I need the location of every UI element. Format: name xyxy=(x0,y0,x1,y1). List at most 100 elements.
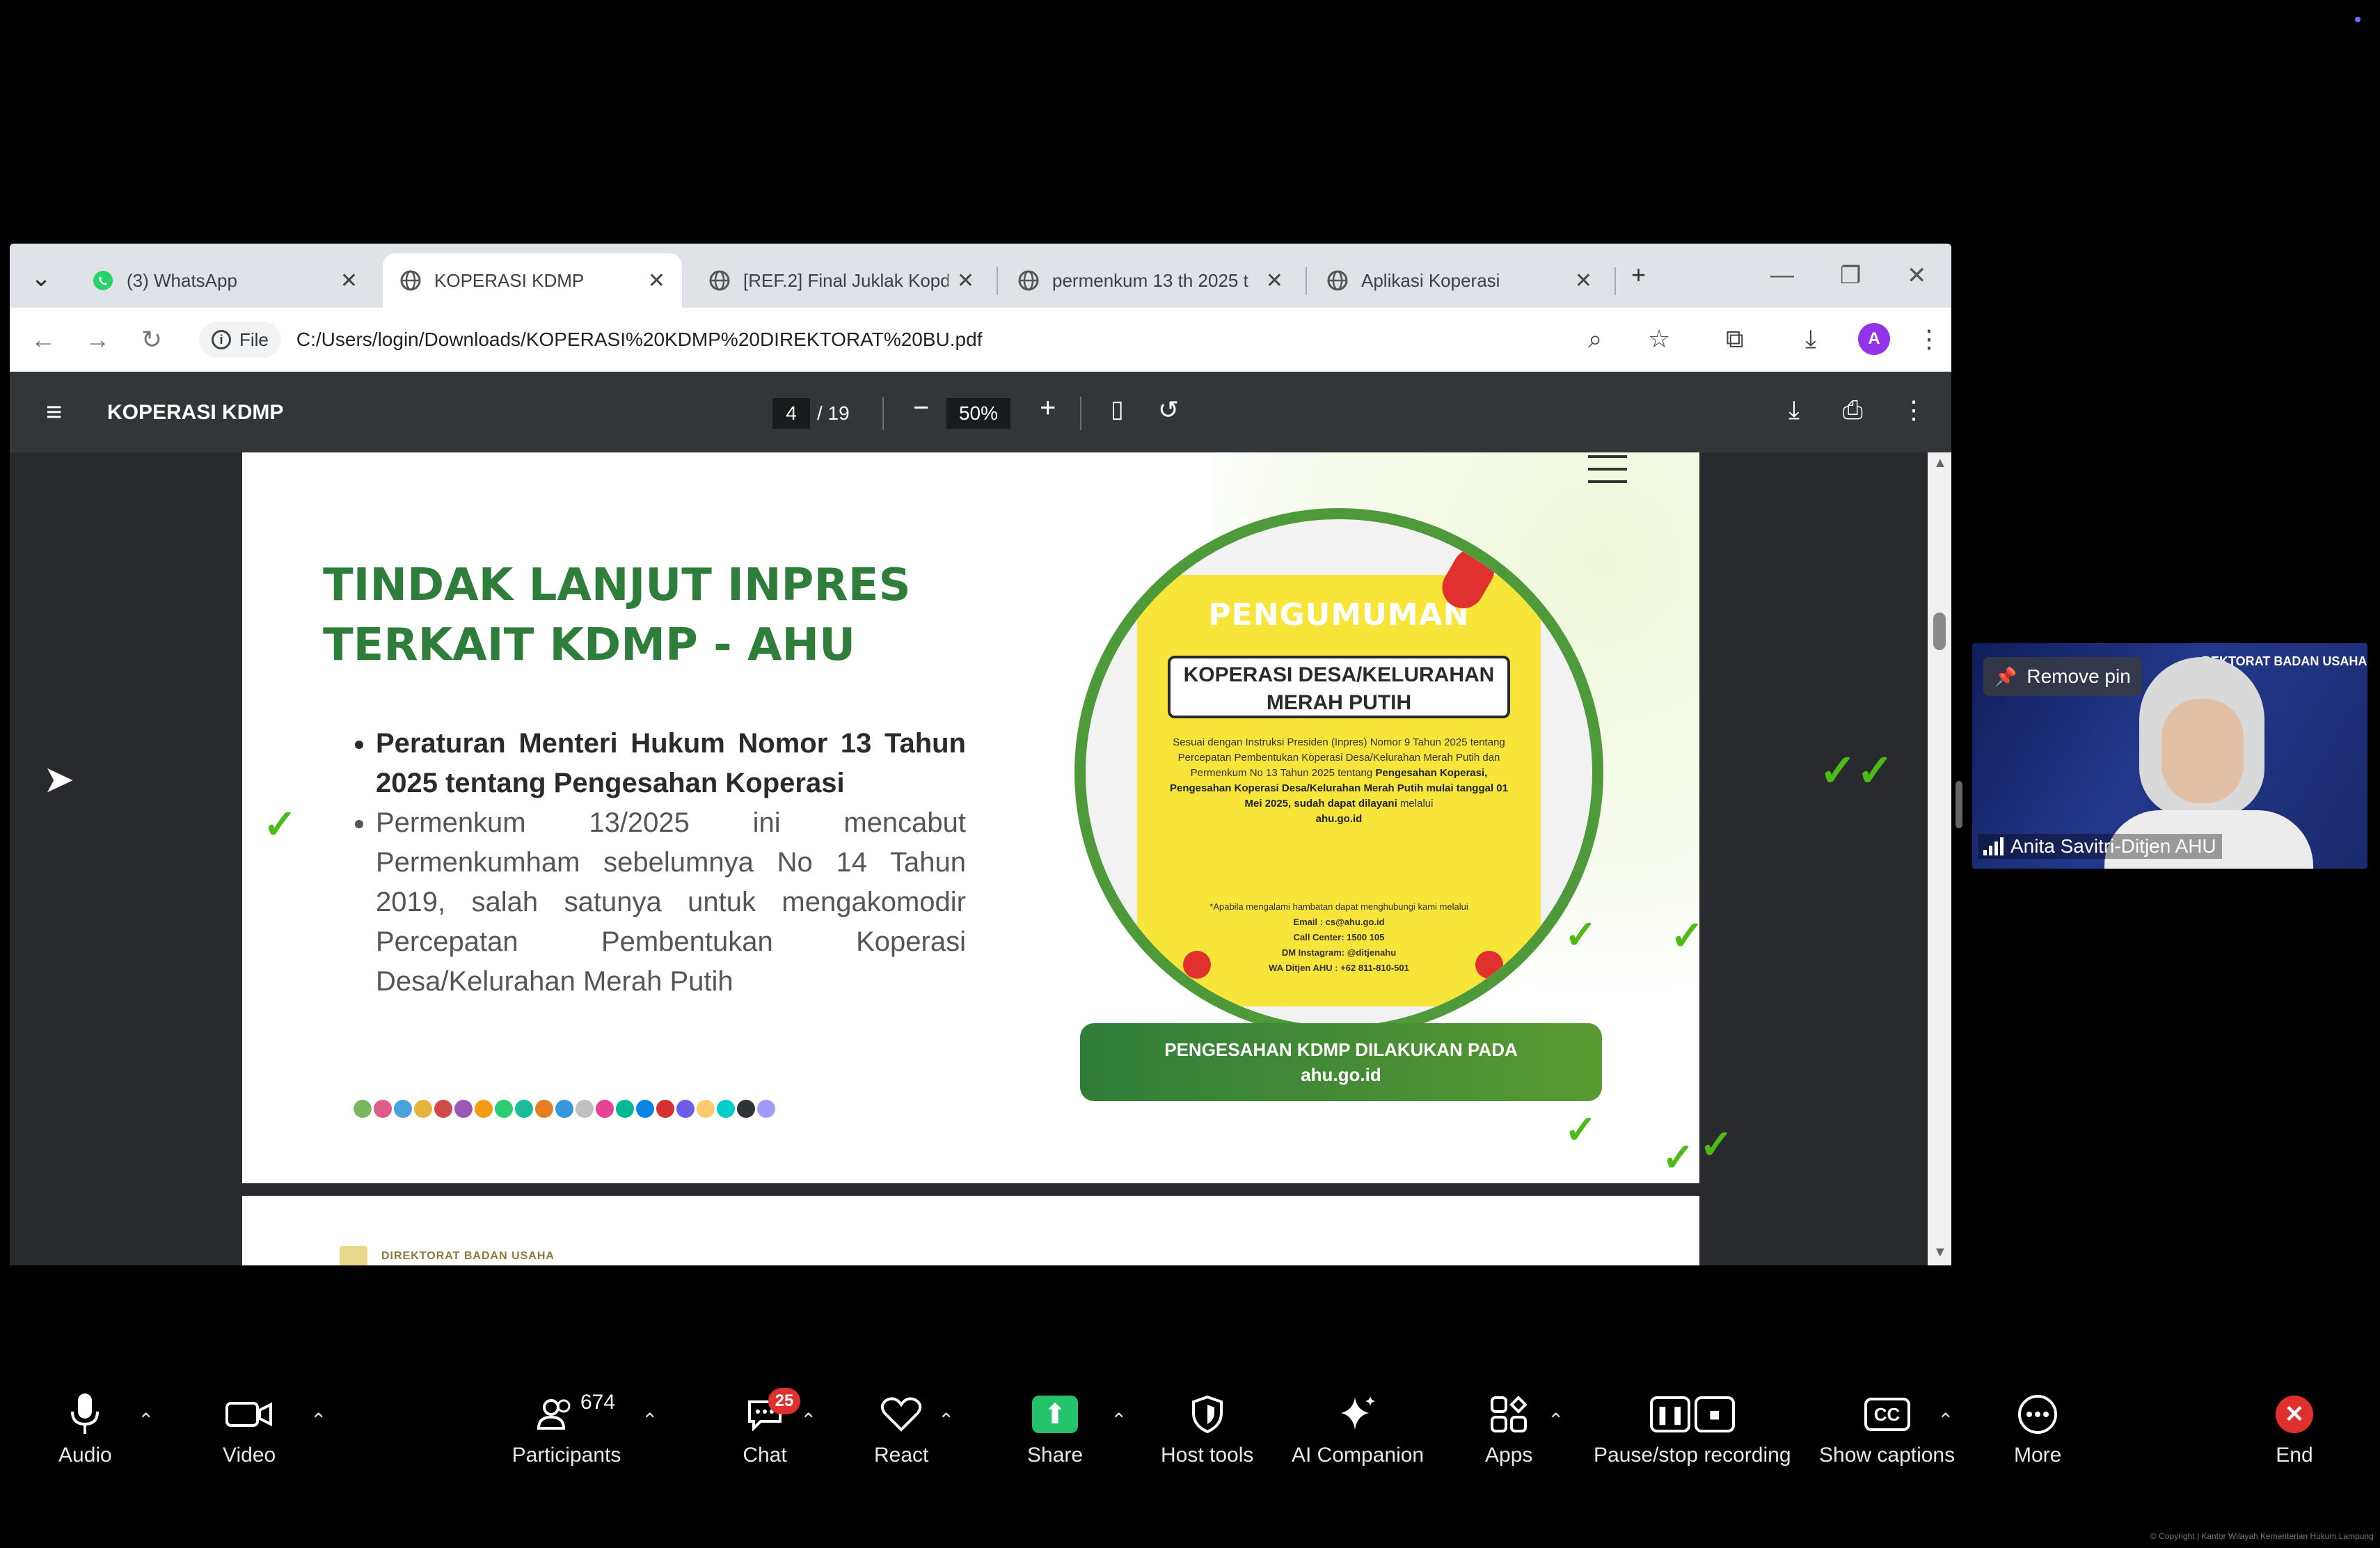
participants-options-caret[interactable]: ⌃ xyxy=(642,1409,658,1432)
fit-page-icon[interactable]: ▯ xyxy=(1111,395,1124,423)
video-options-caret[interactable]: ⌃ xyxy=(310,1409,326,1432)
close-window-icon[interactable]: ✕ xyxy=(1907,262,1927,290)
ai-companion-button[interactable]: AI Companion xyxy=(1292,1387,1424,1467)
poster-body: Sesuai dengan Instruksi Presiden (Inpres… xyxy=(1165,735,1513,827)
zoom-search-icon[interactable]: ⌕ xyxy=(1588,324,1602,354)
checkmark-icon: ✓ xyxy=(1564,1107,1597,1151)
close-tab-icon[interactable]: ✕ xyxy=(957,269,974,293)
tab-search-button[interactable]: ⌄ xyxy=(31,263,51,292)
extensions-icon[interactable]: ⧉ xyxy=(1726,324,1744,354)
share-arrow-icon: ⬆ xyxy=(1032,1396,1079,1433)
chat-label: Chat xyxy=(743,1444,787,1467)
poster-wa: WA Ditjen AHU : +62 811-810-501 xyxy=(1269,963,1409,973)
react-button[interactable]: React xyxy=(874,1387,928,1467)
tab-whatsapp[interactable]: (3) WhatsApp ✕ xyxy=(75,253,374,308)
rotate-icon[interactable]: ↺ xyxy=(1158,395,1179,425)
tab-koperasi-kdmp[interactable]: KOPERASI KDMP ✕ xyxy=(383,253,682,308)
close-tab-icon[interactable]: ✕ xyxy=(648,269,665,293)
megaphone-icon xyxy=(1183,951,1211,979)
poster-instagram: DM Instagram: @ditjenahu xyxy=(1281,947,1397,958)
captions-label: Show captions xyxy=(1819,1444,1955,1467)
audio-options-caret[interactable]: ⌃ xyxy=(138,1409,154,1432)
chat-button[interactable]: 25 Chat xyxy=(727,1387,803,1467)
site-info-chip[interactable]: i File xyxy=(199,322,281,358)
profile-avatar[interactable]: A xyxy=(1858,323,1890,355)
share-button[interactable]: ⬆ Share xyxy=(1027,1387,1083,1467)
pdf-viewport[interactable]: TINDAK LANJUT INPRES TERKAIT KDMP - AHU … xyxy=(10,452,1951,1265)
page-number-input[interactable]: 4 xyxy=(772,398,810,429)
tab-title: Aplikasi Koperasi xyxy=(1361,269,1500,291)
share-options-caret[interactable]: ⌃ xyxy=(1111,1409,1127,1432)
pdf-download-icon[interactable]: ⤓ xyxy=(1788,395,1800,425)
end-button[interactable]: ✕ End xyxy=(2276,1387,2313,1467)
video-button[interactable]: Video xyxy=(223,1387,276,1467)
new-tab-button[interactable]: + xyxy=(1631,260,1646,290)
react-options-caret[interactable]: ⌃ xyxy=(938,1409,954,1432)
checkmark-icon: ✓ xyxy=(1699,1122,1734,1167)
slide-title-line2: TERKAIT KDMP - AHU xyxy=(323,619,856,671)
tab-final-juklak[interactable]: [REF.2] Final Juklak Kopd ✕ xyxy=(692,253,991,308)
pause-icon: ❚❚ xyxy=(1649,1396,1690,1432)
slide-bullets: Peraturan Menteri Hukum Nomor 13 Tahun 2… xyxy=(347,724,966,1002)
participant-video-tile[interactable]: REKTORAT BADAN USAHA 📌 Remove pin Anita … xyxy=(1972,643,2367,869)
pdf-menu-icon[interactable]: ≡ xyxy=(46,397,62,428)
captions-options-caret[interactable]: ⌃ xyxy=(1937,1409,1953,1432)
forward-icon[interactable]: → xyxy=(78,320,117,359)
tab-aplikasi-koperasi[interactable]: Aplikasi Koperasi ✕ xyxy=(1310,253,1609,308)
scroll-up-icon[interactable]: ▲ xyxy=(1933,455,1947,471)
apps-button[interactable]: Apps xyxy=(1485,1387,1532,1467)
checkmark-icon: ✓ xyxy=(1564,913,1597,956)
pdf-more-icon[interactable]: ⋮ xyxy=(1901,395,1926,425)
globe-icon xyxy=(1326,269,1349,292)
microphone-icon xyxy=(70,1387,100,1442)
host-tools-label: Host tools xyxy=(1161,1444,1254,1467)
poster-callcenter: Call Center: 1500 105 xyxy=(1293,932,1385,942)
shield-icon xyxy=(1191,1387,1224,1442)
close-tab-icon[interactable]: ✕ xyxy=(1575,269,1592,293)
audio-label: Audio xyxy=(58,1444,112,1467)
browser-menu-icon[interactable]: ⋮ xyxy=(1917,324,1942,354)
host-tools-button[interactable]: Host tools xyxy=(1161,1387,1253,1467)
tab-title: permenkum 13 th 2025 t xyxy=(1052,269,1248,291)
announcement-poster: PENGUMUMAN KOPERASI DESA/KELURAHAN MERAH… xyxy=(1137,575,1541,1006)
print-icon[interactable]: ⎙ xyxy=(1843,395,1863,425)
participant-face xyxy=(2161,699,2244,803)
close-tab-icon[interactable]: ✕ xyxy=(340,269,358,293)
bookmark-star-icon[interactable]: ☆ xyxy=(1648,324,1670,354)
react-label: React xyxy=(874,1444,929,1467)
partner-logos xyxy=(354,1100,775,1118)
participants-button[interactable]: 674 Participants xyxy=(504,1387,629,1467)
restore-icon[interactable]: ❐ xyxy=(1840,262,1861,290)
double-checkmark-icon: ✓✓ xyxy=(1819,745,1894,796)
zoom-in-icon[interactable]: + xyxy=(1040,393,1056,424)
zoom-out-icon[interactable]: − xyxy=(913,393,929,424)
address-bar[interactable]: i File C:/Users/login/Downloads/KOPERASI… xyxy=(199,317,1633,362)
remove-pin-button[interactable]: 📌 Remove pin xyxy=(1983,657,2142,696)
downloads-icon[interactable]: ⤓ xyxy=(1805,324,1816,354)
more-button[interactable]: More xyxy=(2014,1387,2061,1467)
more-label: More xyxy=(2014,1444,2062,1467)
splitter-handle[interactable] xyxy=(1955,781,1962,828)
url-text: C:/Users/login/Downloads/KOPERASI%20KDMP… xyxy=(296,329,983,350)
back-icon[interactable]: ← xyxy=(24,320,63,359)
reload-icon[interactable]: ↻ xyxy=(132,320,171,359)
close-tab-icon[interactable]: ✕ xyxy=(1266,269,1283,293)
minimize-icon[interactable]: — xyxy=(1770,262,1794,289)
pdf-scrollbar[interactable]: ▲ ▼ xyxy=(1928,452,1951,1265)
tab-title: (3) WhatsApp xyxy=(127,269,237,291)
captions-button[interactable]: CC Show captions xyxy=(1819,1387,1955,1467)
zoom-level-input[interactable]: 50% xyxy=(946,398,1010,429)
scroll-down-icon[interactable]: ▼ xyxy=(1933,1245,1947,1261)
chat-options-caret[interactable]: ⌃ xyxy=(800,1409,816,1432)
apps-options-caret[interactable]: ⌃ xyxy=(1548,1409,1564,1432)
copyright-text: © Copyright | Kantor Wilayah Kementerian… xyxy=(2150,1531,2374,1541)
tab-separator xyxy=(1615,267,1616,295)
recording-button[interactable]: ❚❚ ■ Pause/stop recording xyxy=(1594,1387,1791,1467)
pin-icon: 📌 xyxy=(1994,665,2017,687)
next-page-header: DIREKTORAT BADAN USAHA xyxy=(381,1250,555,1262)
scroll-thumb[interactable] xyxy=(1933,613,1946,650)
audio-button[interactable]: Audio xyxy=(58,1387,112,1467)
checkmark-icon: ✓ xyxy=(1662,1135,1695,1179)
poster-email: Email : cs@ahu.go.id xyxy=(1293,917,1385,927)
tab-permenkum[interactable]: permenkum 13 th 2025 t ✕ xyxy=(1001,253,1300,308)
